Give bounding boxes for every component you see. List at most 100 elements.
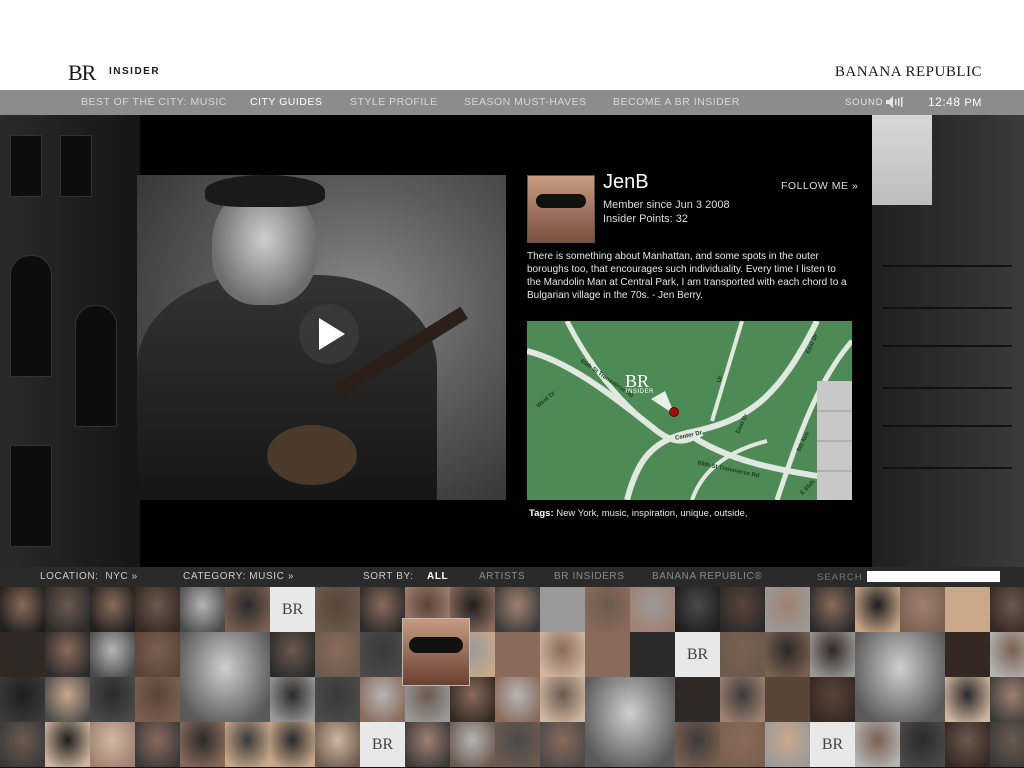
user-photo-tile[interactable] bbox=[270, 677, 315, 722]
user-photo-tile[interactable] bbox=[900, 587, 945, 632]
user-photo-tile[interactable] bbox=[630, 632, 675, 677]
user-photo-tile[interactable] bbox=[135, 632, 180, 677]
user-photo-tile[interactable] bbox=[945, 587, 990, 632]
nav-season-must-haves[interactable]: SEASON MUST-HAVES bbox=[464, 96, 587, 108]
user-photo-tile[interactable] bbox=[945, 722, 990, 767]
user-photo-tile-large[interactable] bbox=[180, 632, 270, 722]
br-insider-logo[interactable]: BR bbox=[68, 60, 96, 86]
avatar[interactable] bbox=[527, 175, 595, 243]
user-photo-tile[interactable] bbox=[990, 632, 1024, 677]
user-photo-tile[interactable] bbox=[585, 632, 630, 677]
speaker-icon[interactable] bbox=[886, 96, 904, 108]
user-photo-tile[interactable] bbox=[900, 722, 945, 767]
user-photo-tile[interactable] bbox=[630, 587, 675, 632]
sort-artists[interactable]: ARTISTS bbox=[479, 571, 525, 582]
user-photo-tile[interactable] bbox=[90, 722, 135, 767]
user-photo-tile[interactable] bbox=[720, 677, 765, 722]
user-photo-tile[interactable] bbox=[90, 587, 135, 632]
user-photo-tile[interactable] bbox=[810, 587, 855, 632]
nav-become-insider[interactable]: BECOME A BR INSIDER bbox=[613, 96, 740, 108]
user-photo-tile[interactable] bbox=[495, 677, 540, 722]
nav-style-profile[interactable]: STYLE PROFILE bbox=[350, 96, 438, 108]
user-photo-tile[interactable] bbox=[360, 587, 405, 632]
user-photo-tile[interactable] bbox=[180, 722, 225, 767]
user-photo-tile[interactable] bbox=[540, 722, 585, 767]
sort-all[interactable]: ALL bbox=[427, 571, 448, 582]
user-photo-tile[interactable] bbox=[135, 722, 180, 767]
user-photo-tile[interactable] bbox=[765, 722, 810, 767]
user-photo-tile[interactable] bbox=[135, 677, 180, 722]
user-photo-tile[interactable] bbox=[495, 587, 540, 632]
user-photo-tile[interactable] bbox=[540, 587, 585, 632]
user-photo-tile[interactable] bbox=[225, 722, 270, 767]
follow-me-button[interactable]: FOLLOW ME » bbox=[781, 180, 858, 192]
user-photo-tile[interactable] bbox=[675, 722, 720, 767]
br-logo-tile[interactable]: BR bbox=[810, 722, 855, 767]
user-photo-tile[interactable] bbox=[180, 587, 225, 632]
user-photo-tile[interactable] bbox=[540, 632, 585, 677]
user-photo-tile[interactable] bbox=[270, 722, 315, 767]
user-photo-tile[interactable] bbox=[405, 722, 450, 767]
user-photo-tile[interactable] bbox=[45, 587, 90, 632]
user-photo-tile[interactable] bbox=[495, 722, 540, 767]
featured-user-tile[interactable] bbox=[402, 618, 470, 686]
user-photo-tile[interactable] bbox=[945, 677, 990, 722]
map-pin-icon[interactable] bbox=[669, 407, 679, 417]
user-photo-tile[interactable] bbox=[0, 677, 45, 722]
user-photo-tile[interactable] bbox=[720, 722, 765, 767]
user-photo-tile[interactable] bbox=[315, 632, 360, 677]
user-photo-tile[interactable] bbox=[360, 677, 405, 722]
user-photo-tile[interactable] bbox=[720, 587, 765, 632]
user-photo-tile[interactable] bbox=[945, 632, 990, 677]
user-photo-tile[interactable] bbox=[315, 587, 360, 632]
user-photo-tile[interactable] bbox=[0, 587, 45, 632]
br-insider-logo-text[interactable]: INSIDER bbox=[109, 66, 160, 77]
location-map[interactable]: 65th St Transverse Rd Center Dr 65th St … bbox=[527, 321, 852, 500]
user-photo-tile[interactable] bbox=[675, 677, 720, 722]
sound-label[interactable]: SOUND bbox=[845, 97, 883, 108]
user-photo-tile[interactable] bbox=[225, 587, 270, 632]
user-photo-tile[interactable] bbox=[45, 722, 90, 767]
user-photo-tile[interactable] bbox=[90, 677, 135, 722]
search-input[interactable] bbox=[867, 571, 1000, 582]
sort-banana-republic[interactable]: BANANA REPUBLIC® bbox=[652, 571, 762, 582]
user-photo-tile[interactable] bbox=[0, 722, 45, 767]
user-photo-tile-large[interactable] bbox=[585, 677, 675, 767]
br-logo-tile[interactable]: BR bbox=[675, 632, 720, 677]
user-photo-tile[interactable] bbox=[855, 722, 900, 767]
nav-city-guides[interactable]: CITY GUIDES bbox=[250, 96, 322, 108]
user-photo-tile[interactable] bbox=[135, 587, 180, 632]
user-photo-tile[interactable] bbox=[720, 632, 765, 677]
user-photo-tile[interactable] bbox=[810, 677, 855, 722]
user-photo-tile[interactable] bbox=[675, 587, 720, 632]
user-photo-tile[interactable] bbox=[270, 632, 315, 677]
user-photo-tile[interactable] bbox=[45, 677, 90, 722]
user-photo-tile[interactable] bbox=[90, 632, 135, 677]
user-photo-tile[interactable] bbox=[45, 632, 90, 677]
user-photo-tile[interactable] bbox=[540, 677, 585, 722]
sort-br-insiders[interactable]: BR INSIDERS bbox=[554, 571, 625, 582]
user-photo-tile[interactable] bbox=[990, 587, 1024, 632]
br-logo-tile[interactable]: BR bbox=[270, 587, 315, 632]
banana-republic-logo[interactable]: BANANA REPUBLIC bbox=[835, 64, 982, 81]
user-photo-tile[interactable] bbox=[990, 677, 1024, 722]
user-photo-tile[interactable] bbox=[360, 632, 405, 677]
user-photo-tile[interactable] bbox=[765, 587, 810, 632]
user-photo-tile[interactable] bbox=[810, 632, 855, 677]
br-logo-tile[interactable]: BR bbox=[360, 722, 405, 767]
user-photo-tile[interactable] bbox=[855, 587, 900, 632]
play-button[interactable] bbox=[299, 304, 359, 364]
tags-value[interactable]: New York, music, inspiration, unique, ou… bbox=[556, 508, 747, 519]
user-photo-tile[interactable] bbox=[765, 632, 810, 677]
user-photo-tile[interactable] bbox=[315, 677, 360, 722]
user-photo-tile[interactable] bbox=[495, 632, 540, 677]
user-photo-tile[interactable] bbox=[450, 722, 495, 767]
user-photo-tile[interactable] bbox=[585, 587, 630, 632]
nav-best-of-city[interactable]: BEST OF THE CITY: MUSIC bbox=[81, 96, 227, 108]
category-filter[interactable]: CATEGORY: MUSIC » bbox=[183, 571, 294, 582]
user-photo-tile-large[interactable] bbox=[855, 632, 945, 722]
username[interactable]: JenB bbox=[603, 171, 649, 194]
user-photo-tile[interactable] bbox=[315, 722, 360, 767]
user-photo-tile[interactable] bbox=[765, 677, 810, 722]
user-photo-tile[interactable] bbox=[0, 632, 45, 677]
